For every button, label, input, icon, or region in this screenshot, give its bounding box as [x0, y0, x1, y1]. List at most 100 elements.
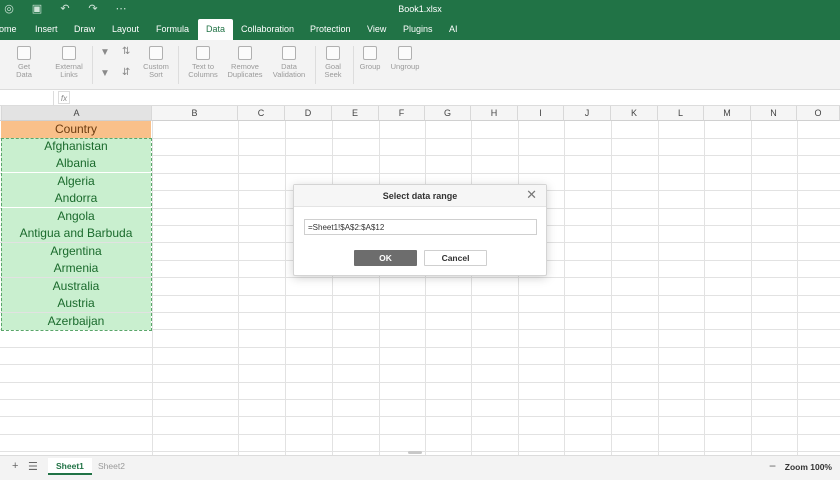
add-sheet-icon[interactable]: + — [12, 460, 18, 472]
column-header-n[interactable]: N — [751, 106, 797, 121]
ok-button[interactable]: OK — [354, 250, 417, 266]
column-gridline — [797, 121, 798, 455]
cell-a7[interactable]: Antigua and Barbuda — [1, 225, 151, 242]
data-range-input[interactable] — [304, 219, 537, 235]
select-data-range-dialog: Select data range ✕ OK Cancel — [293, 184, 547, 276]
cell-a1[interactable]: Country — [1, 121, 151, 138]
column-header-e[interactable]: E — [332, 106, 379, 121]
cell-a4[interactable]: Algeria — [1, 173, 151, 190]
column-gridline — [425, 121, 426, 455]
tab-data[interactable]: Data — [198, 19, 234, 40]
spreadsheet-grid[interactable]: A B C D E F G H I J K L M N O Country Af… — [0, 106, 840, 455]
custom-sort-label: Custom Sort — [143, 62, 169, 79]
column-gridline — [285, 121, 286, 455]
row-gridline — [0, 434, 840, 435]
goal-seek-icon — [326, 46, 340, 60]
filter-icon[interactable]: ▼ — [100, 47, 110, 58]
column-header-m[interactable]: M — [704, 106, 751, 121]
text-to-columns-button[interactable]: Text to Columns — [184, 46, 222, 79]
link-icon — [62, 46, 76, 60]
column-gridline — [152, 121, 153, 455]
data-validation-button[interactable]: Data Validation — [270, 46, 308, 79]
column-gridline — [611, 121, 612, 455]
external-links-button[interactable]: External Links — [52, 46, 86, 79]
name-box[interactable] — [0, 91, 54, 105]
column-gridline — [471, 121, 472, 455]
column-header-l[interactable]: L — [658, 106, 704, 121]
sheet-list-icon[interactable]: ☰ — [28, 460, 38, 473]
goal-seek-label: Goal Seek — [324, 62, 342, 79]
tab-view[interactable]: View — [359, 19, 394, 40]
tab-home[interactable]: ome — [0, 19, 25, 40]
tab-layout[interactable]: Layout — [104, 19, 147, 40]
cancel-button[interactable]: Cancel — [424, 250, 487, 266]
sort-ascending-icon[interactable]: ⇅ — [122, 46, 130, 57]
cell-a6[interactable]: Angola — [1, 208, 151, 225]
column-gridline — [751, 121, 752, 455]
column-header-g[interactable]: G — [425, 106, 471, 121]
row-gridline — [0, 347, 840, 348]
ungroup-icon — [398, 46, 412, 60]
ribbon: Get Data External Links ▼ ▼ ⇅ ⇵ Custom S… — [0, 40, 840, 90]
ribbon-separator — [178, 46, 179, 84]
cell-a8[interactable]: Argentina — [1, 243, 151, 260]
column-header-j[interactable]: J — [564, 106, 611, 121]
data-validation-label: Data Validation — [272, 62, 306, 79]
cell-a3[interactable]: Albania — [1, 155, 151, 172]
fx-icon[interactable]: fx — [58, 91, 70, 104]
row-gridline — [0, 382, 840, 383]
tab-collaboration[interactable]: Collaboration — [233, 19, 302, 40]
column-header-a[interactable]: A — [2, 106, 152, 121]
custom-sort-icon — [149, 46, 163, 60]
column-gridline — [658, 121, 659, 455]
remove-duplicates-button[interactable]: Remove Duplicates — [224, 46, 266, 79]
tab-formula[interactable]: Formula — [148, 19, 197, 40]
cell-a9[interactable]: Armenia — [1, 260, 151, 277]
title-bar: ◎ ▣ ↶ ↷ ⋯ Book1.xlsx — [0, 0, 840, 19]
custom-sort-button[interactable]: Custom Sort — [141, 46, 171, 79]
cell-a12[interactable]: Azerbaijan — [1, 313, 151, 330]
column-header-i[interactable]: I — [518, 106, 564, 121]
dialog-title: Select data range — [382, 191, 458, 201]
ungroup-label: Ungroup — [390, 62, 420, 71]
cell-a2[interactable]: Afghanistan — [1, 138, 151, 155]
tab-plugins[interactable]: Plugins — [395, 19, 441, 40]
column-gridline — [332, 121, 333, 455]
remove-duplicates-label: Remove Duplicates — [227, 62, 263, 79]
column-header-k[interactable]: K — [611, 106, 658, 121]
sort-descending-icon[interactable]: ⇵ — [122, 67, 130, 78]
column-header-c[interactable]: C — [238, 106, 285, 121]
external-links-label: External Links — [55, 62, 83, 79]
sheet-tab-sheet1[interactable]: Sheet1 — [48, 458, 92, 475]
tab-ai[interactable]: AI — [441, 19, 466, 40]
goal-seek-button[interactable]: Goal Seek — [319, 46, 347, 79]
text-to-columns-label: Text to Columns — [188, 62, 218, 79]
column-header-d[interactable]: D — [285, 106, 332, 121]
ribbon-separator — [353, 46, 354, 84]
tab-insert[interactable]: Insert — [27, 19, 66, 40]
column-gridline — [518, 121, 519, 455]
cell-a5[interactable]: Andorra — [1, 190, 151, 207]
tab-draw[interactable]: Draw — [66, 19, 103, 40]
column-header-h[interactable]: H — [471, 106, 518, 121]
group-button[interactable]: Group — [356, 46, 384, 71]
clear-filter-icon[interactable]: ▼ — [100, 68, 110, 79]
zoom-level[interactable]: Zoom 100% — [785, 462, 832, 472]
cell-a10[interactable]: Australia — [1, 278, 151, 295]
data-validation-icon — [282, 46, 296, 60]
column-gridline — [238, 121, 239, 455]
cell-a11[interactable]: Austria — [1, 295, 151, 312]
ungroup-button[interactable]: Ungroup — [388, 46, 422, 71]
get-data-button[interactable]: Get Data — [10, 46, 38, 79]
get-data-label: Get Data — [16, 62, 32, 79]
tab-protection[interactable]: Protection — [302, 19, 359, 40]
horizontal-scrollbar[interactable] — [408, 451, 422, 454]
sheet-tab-sheet2[interactable]: Sheet2 — [90, 458, 133, 475]
column-header-o[interactable]: O — [797, 106, 840, 121]
column-header-f[interactable]: F — [379, 106, 425, 121]
column-header-b[interactable]: B — [152, 106, 238, 121]
database-icon — [17, 46, 31, 60]
zoom-out-icon[interactable]: − — [769, 459, 776, 473]
formula-bar: fx — [0, 90, 840, 106]
close-icon[interactable]: ✕ — [526, 188, 537, 202]
